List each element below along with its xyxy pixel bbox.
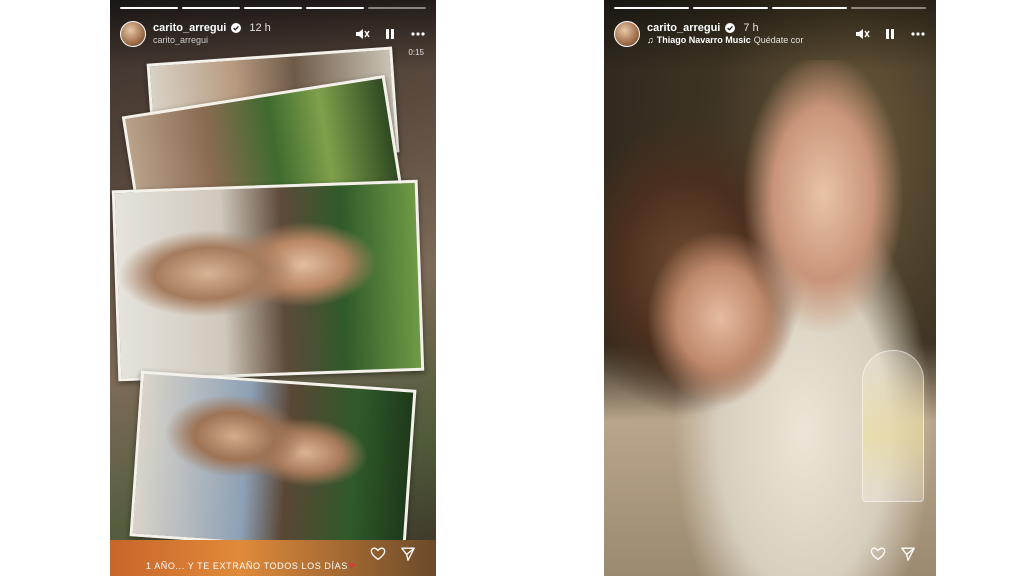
story-controls xyxy=(854,26,926,42)
story-progress-bar xyxy=(614,7,926,9)
story-progress-bar xyxy=(120,7,426,9)
heart-icon[interactable] xyxy=(870,546,886,562)
collage-photo-4 xyxy=(129,370,417,556)
avatar[interactable] xyxy=(120,21,146,47)
music-title: Quédate cor xyxy=(753,35,804,46)
collage-photo-3 xyxy=(111,179,425,382)
heart-emoji: ❤ xyxy=(347,561,356,571)
story-controls xyxy=(354,26,426,42)
story-subline: carito_arregui xyxy=(153,35,209,46)
verified-badge-icon xyxy=(725,23,736,34)
story-header: carito_arregui 7 h ♫ Thiago Navarro Musi… xyxy=(614,14,926,54)
story-header: carito_arregui 12 h carito_arregui xyxy=(120,14,426,54)
story-footer: 1 AÑO... Y TE EXTRAÑO TODOS LOS DÍAS❤ xyxy=(110,540,436,576)
story-meta: carito_arregui 12 h carito_arregui xyxy=(153,22,271,46)
username[interactable]: carito_arregui xyxy=(153,22,226,34)
mute-icon[interactable] xyxy=(354,26,370,42)
post-time: 7 h xyxy=(743,22,759,34)
story-actions xyxy=(370,546,416,562)
music-artist: Thiago Navarro Music xyxy=(656,35,751,46)
more-options-icon[interactable] xyxy=(910,26,926,42)
music-note-icon: ♫ xyxy=(647,35,654,46)
verified-badge-icon xyxy=(231,23,242,34)
avatar[interactable] xyxy=(614,21,640,47)
more-options-icon[interactable] xyxy=(410,26,426,42)
progress-segment xyxy=(772,7,847,9)
pause-icon[interactable] xyxy=(382,26,398,42)
send-icon[interactable] xyxy=(900,546,916,562)
story-caption: 1 AÑO... Y TE EXTRAÑO TODOS LOS DÍAS❤ xyxy=(146,561,356,572)
story-footer xyxy=(604,540,936,576)
progress-segment xyxy=(306,7,364,9)
story-actions xyxy=(870,546,916,562)
story-right: carito_arregui 7 h ♫ Thiago Navarro Musi… xyxy=(604,0,936,576)
progress-segment xyxy=(244,7,302,9)
username[interactable]: carito_arregui xyxy=(647,22,720,34)
progress-segment xyxy=(851,7,926,9)
post-time: 12 h xyxy=(249,22,271,34)
music-label[interactable]: ♫ Thiago Navarro Music Quédate cor xyxy=(647,35,804,46)
progress-segment xyxy=(182,7,240,9)
progress-segment xyxy=(614,7,689,9)
video-duration: 0:15 xyxy=(408,48,424,57)
heart-icon[interactable] xyxy=(370,546,386,562)
caption-text: 1 AÑO... Y TE EXTRAÑO TODOS LOS DÍAS xyxy=(146,561,348,571)
progress-segment xyxy=(368,7,426,9)
champagne-glass xyxy=(862,350,924,502)
mute-icon[interactable] xyxy=(854,26,870,42)
send-icon[interactable] xyxy=(400,546,416,562)
progress-segment xyxy=(693,7,768,9)
story-left: carito_arregui 12 h carito_arregui 0:15 … xyxy=(110,0,436,576)
progress-segment xyxy=(120,7,178,9)
pause-icon[interactable] xyxy=(882,26,898,42)
story-meta: carito_arregui 7 h ♫ Thiago Navarro Musi… xyxy=(647,22,803,46)
